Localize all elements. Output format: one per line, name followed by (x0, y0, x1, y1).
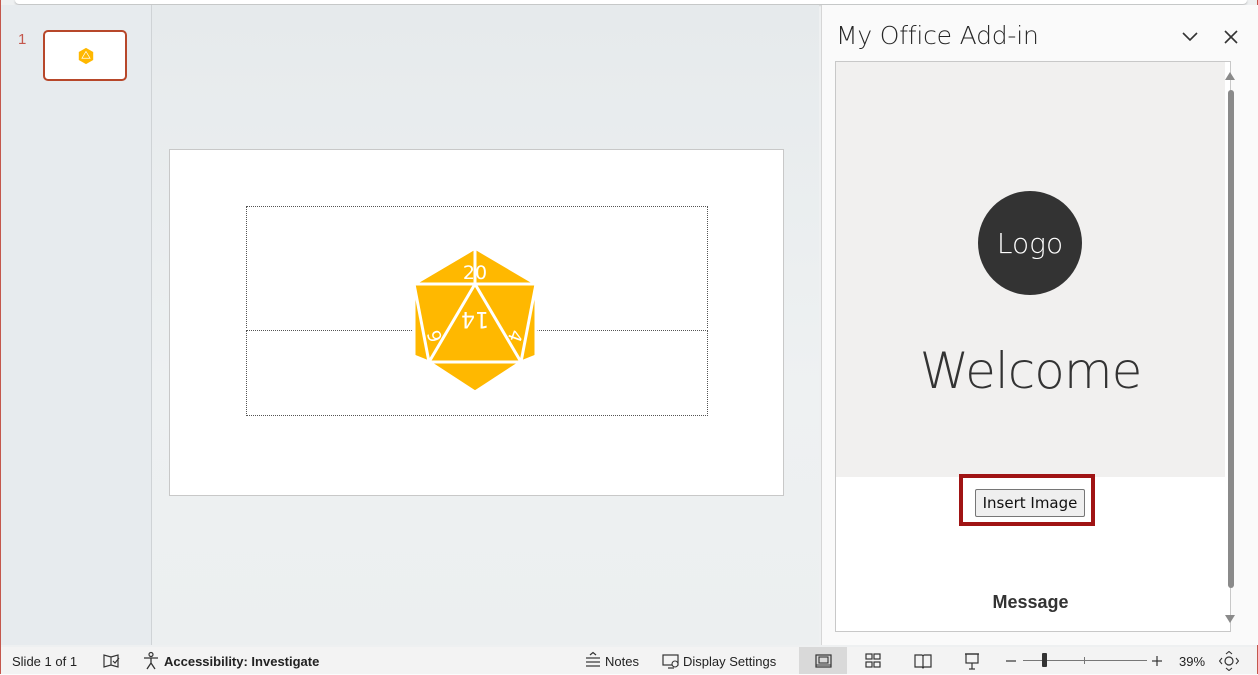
zoom-slider-thumb[interactable] (1042, 653, 1047, 667)
normal-view-icon[interactable] (813, 651, 833, 671)
addin-content-frame: Logo Welcome Insert Image Message (835, 61, 1235, 632)
addin-logo: Logo (978, 191, 1082, 295)
notes-icon[interactable] (583, 651, 603, 671)
scrollbar-thumb[interactable] (1228, 90, 1234, 588)
slide-thumbnail[interactable] (43, 30, 127, 81)
d20-thumbnail-icon (78, 47, 94, 65)
d20-dice-image[interactable]: 20 14 6 4 (410, 246, 540, 394)
slide-thumbnail-pane: 1 (1, 5, 152, 645)
zoom-level[interactable]: 39% (1179, 654, 1205, 669)
slide-thumbnail-number: 1 (18, 31, 27, 48)
fit-to-window-icon[interactable] (1219, 651, 1239, 671)
insert-image-button[interactable]: Insert Image (975, 489, 1085, 517)
display-settings-button[interactable]: Display Settings (683, 654, 776, 669)
zoom-in-icon[interactable] (1147, 651, 1167, 671)
display-settings-icon[interactable] (661, 651, 681, 671)
zoom-slider-center-tick (1084, 657, 1085, 664)
status-bar: Slide 1 of 1 Accessibility: Investigate … (1, 647, 1257, 674)
slide-canvas[interactable]: 20 14 6 4 (169, 149, 784, 496)
chevron-down-icon[interactable] (1178, 25, 1202, 49)
slide-indicator[interactable]: Slide 1 of 1 (12, 654, 77, 669)
close-icon[interactable] (1219, 25, 1243, 49)
accessibility-status[interactable]: Accessibility: Investigate (164, 654, 319, 669)
scroll-down-arrow-icon[interactable] (1225, 615, 1235, 623)
notes-button[interactable]: Notes (605, 654, 639, 669)
accessibility-icon[interactable] (141, 651, 161, 671)
d20-number-center: 14 (461, 306, 489, 331)
welcome-heading: Welcome (919, 342, 1143, 400)
addin-hero-section: Logo Welcome (836, 62, 1225, 477)
powerpoint-window: 1 20 14 6 4 My Office Add-in Logo Welcom… (0, 0, 1258, 674)
slide-show-icon[interactable] (962, 651, 982, 671)
message-label: Message (992, 592, 1069, 612)
taskpane-title: My Office Add-in (836, 21, 1039, 50)
reading-view-icon[interactable] (913, 651, 933, 671)
d20-number-top: 20 (463, 262, 487, 284)
ribbon-edge (15, 0, 1247, 4)
scroll-up-arrow-icon[interactable] (1225, 72, 1235, 80)
slide-sorter-icon[interactable] (863, 651, 883, 671)
zoom-out-icon[interactable] (1001, 651, 1021, 671)
spelling-check-icon[interactable] (101, 651, 121, 671)
